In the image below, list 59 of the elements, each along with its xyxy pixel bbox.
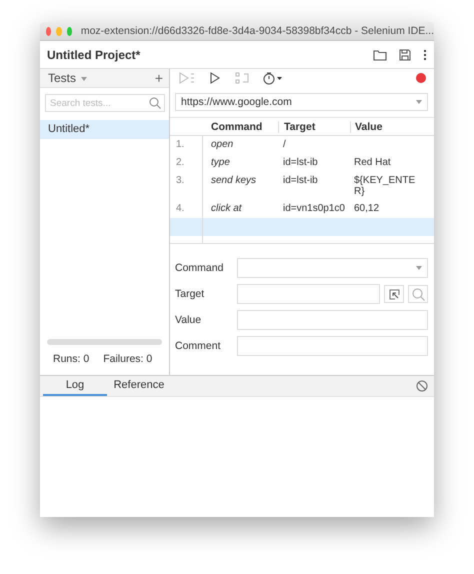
timer-icon[interactable]	[263, 72, 283, 84]
search-icon	[412, 288, 424, 300]
row-number: 3.	[176, 175, 184, 186]
field-label: Command	[175, 262, 224, 274]
target-text: id=lst-ib	[283, 175, 318, 186]
field-label: Comment	[175, 340, 222, 352]
minimize-button[interactable]	[56, 26, 62, 36]
field-label: Target	[175, 288, 206, 300]
project-title: Untitled Project*	[47, 48, 140, 62]
record-button[interactable]	[416, 73, 426, 83]
url-field[interactable]: https://www.google.com	[175, 93, 428, 111]
command-text: click at	[211, 203, 242, 214]
value-text: Red Hat	[354, 157, 391, 168]
value-text: ${KEY_ENTER}	[354, 175, 416, 197]
runs-count: Runs: 0	[53, 353, 90, 365]
play-icon[interactable]	[209, 72, 221, 84]
select-target-button[interactable]	[384, 285, 404, 303]
value-text: 60,12	[354, 203, 380, 214]
tests-dropdown[interactable]: Tests	[48, 71, 88, 85]
test-item[interactable]: Untitled*	[40, 120, 169, 139]
column-header: Value	[350, 120, 422, 132]
column-header: Command	[210, 120, 264, 132]
panel-tab[interactable]: Reference	[107, 379, 171, 396]
command-text: type	[211, 157, 230, 168]
save-icon[interactable]	[399, 48, 411, 60]
command-row[interactable]: 1. open /	[170, 136, 434, 154]
search-icon	[149, 97, 161, 109]
target-field[interactable]	[237, 284, 380, 304]
cursor-icon	[388, 288, 400, 300]
target-text: /	[283, 139, 286, 150]
close-button[interactable]	[46, 26, 52, 36]
caret-icon	[81, 76, 88, 81]
add-test-button[interactable]: +	[154, 70, 163, 86]
caret-icon	[416, 100, 422, 104]
command-text: send keys	[211, 175, 256, 186]
command-text: open	[211, 139, 234, 150]
row-number: 1.	[176, 139, 184, 150]
target-text: id=lst-ib	[283, 157, 318, 168]
target-text: id=vn1s0p1c0	[283, 203, 345, 214]
caret-icon	[416, 266, 422, 270]
scrollbar[interactable]	[47, 339, 162, 345]
field-label: Value	[175, 314, 202, 326]
zoom-button[interactable]	[66, 26, 72, 36]
row-number: 4.	[176, 203, 184, 214]
text-field[interactable]	[237, 310, 428, 330]
column-header: Target	[278, 120, 350, 132]
more-icon[interactable]	[423, 48, 427, 60]
command-row[interactable]: 3. send keys id=lst-ib ${KEY_ENTER}	[170, 172, 434, 200]
command-row[interactable]: 2. type id=lst-ib Red Hat	[170, 154, 434, 172]
search-field[interactable]: Search tests...	[45, 94, 165, 112]
run-all-icon[interactable]	[179, 72, 195, 84]
command-select[interactable]	[237, 258, 428, 278]
failures-count: Failures: 0	[103, 353, 152, 365]
clear-icon[interactable]	[416, 380, 428, 392]
folder-icon[interactable]	[373, 48, 387, 60]
window-title: moz-extension://d66d3326-fd8e-3d4a-9034-58398bf34ccb - Selenium IDE...	[80, 25, 434, 37]
row-number: 2.	[176, 157, 184, 168]
step-icon[interactable]	[235, 72, 249, 84]
text-field[interactable]	[237, 336, 428, 356]
